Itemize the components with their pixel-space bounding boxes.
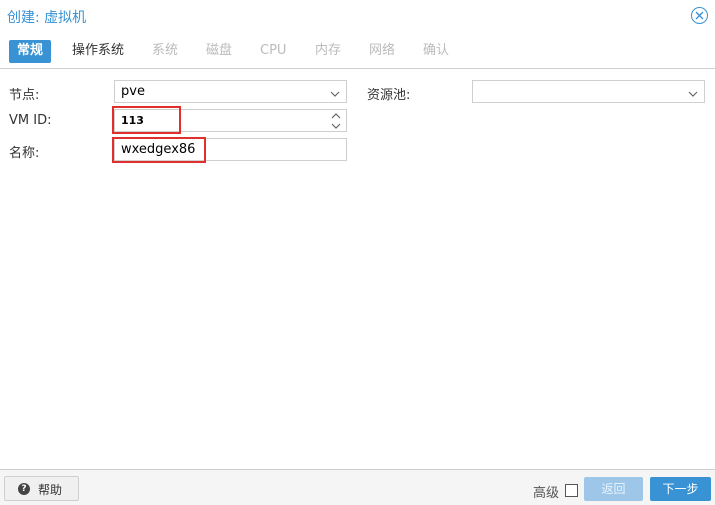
vmid-value: 113 [121, 114, 144, 127]
tab-confirm[interactable]: 确认 [423, 40, 449, 63]
vmid-label: VM ID: [9, 113, 52, 128]
pool-select[interactable] [472, 80, 705, 103]
name-label: 名称: [9, 146, 40, 161]
vmid-field[interactable]: 113 [114, 109, 347, 132]
help-label: 帮助 [38, 483, 63, 497]
window-titlebar: 创建: 虚拟机 [0, 0, 715, 32]
tab-cpu[interactable]: CPU [260, 40, 286, 63]
back-button[interactable]: 返回 [584, 477, 643, 501]
question-icon: ? [18, 483, 30, 495]
close-icon[interactable] [691, 7, 708, 24]
tab-memory[interactable]: 内存 [315, 40, 341, 63]
number-spinner-icon[interactable] [331, 112, 341, 134]
node-value: pve [121, 84, 145, 99]
name-field[interactable]: wxedgex86 [114, 138, 347, 161]
dialog-footer: ? 帮助 高级 返回 下一步 [0, 469, 715, 505]
tab-network[interactable]: 网络 [369, 40, 395, 63]
tab-os[interactable]: 操作系统 [72, 40, 124, 63]
advanced-checkbox[interactable] [565, 484, 578, 497]
help-button[interactable]: ? 帮助 [4, 476, 79, 501]
tab-disk[interactable]: 磁盘 [206, 40, 232, 63]
name-value: wxedgex86 [121, 142, 196, 157]
chevron-down-icon[interactable] [330, 87, 340, 102]
window-title: 创建: 虚拟机 [7, 10, 87, 26]
tab-general[interactable]: 常规 [9, 40, 52, 63]
tab-system[interactable]: 系统 [152, 40, 178, 63]
next-button[interactable]: 下一步 [650, 477, 711, 501]
node-select[interactable]: pve [114, 80, 347, 103]
advanced-label: 高级 [533, 486, 560, 501]
node-label: 节点: [9, 88, 40, 103]
chevron-down-icon[interactable] [688, 87, 698, 102]
wizard-tabs: 常规 操作系统 系统 磁盘 CPU 内存 网络 确认 [0, 32, 715, 69]
pool-label: 资源池: [367, 88, 411, 103]
